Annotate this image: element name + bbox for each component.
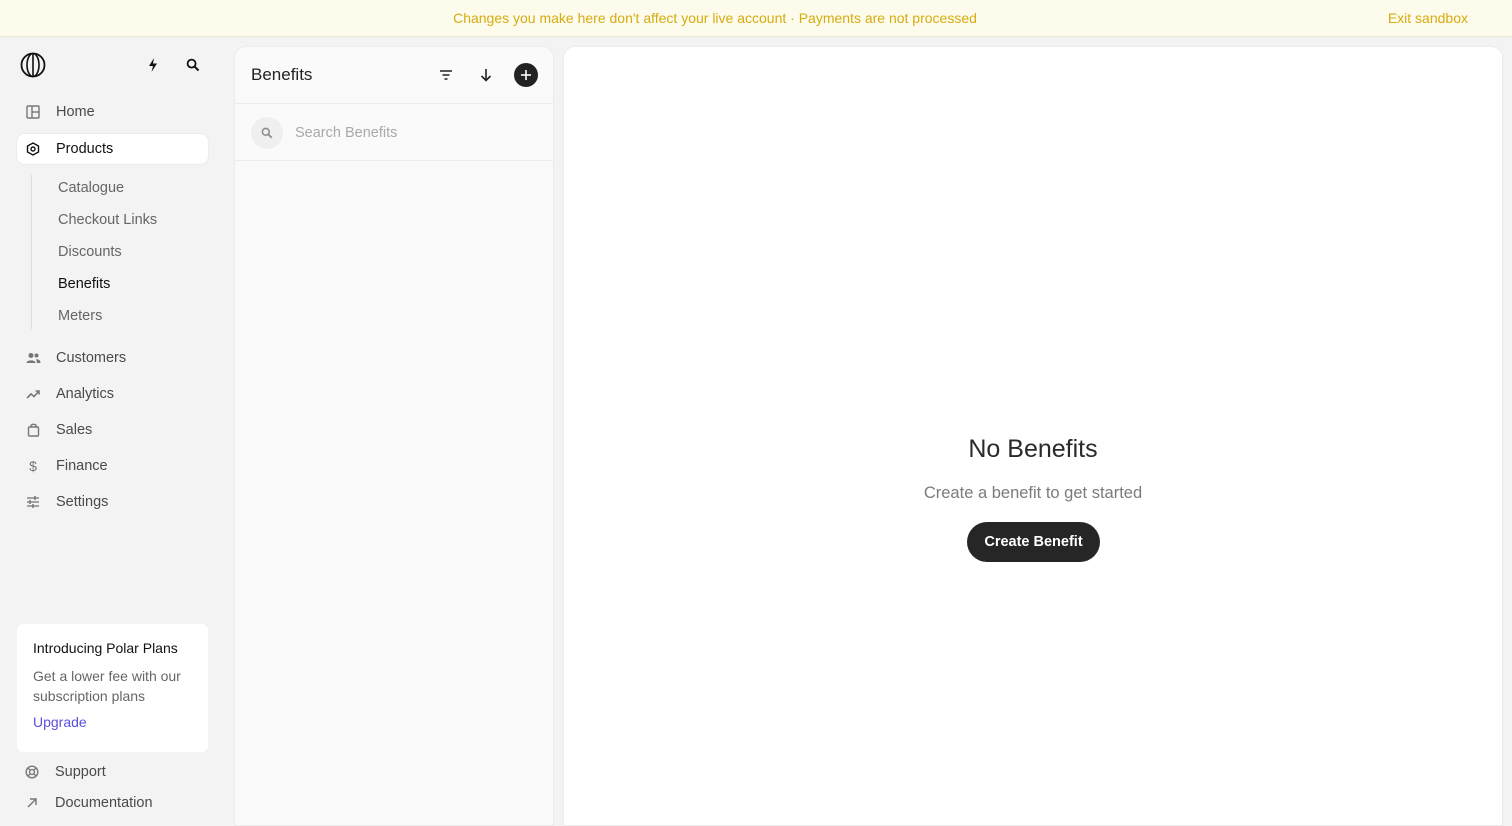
nav-customers-label: Customers (56, 350, 127, 366)
list-title: Benefits (251, 65, 313, 84)
upgrade-link[interactable]: Upgrade (33, 714, 192, 730)
support-icon (25, 765, 39, 779)
nav-home[interactable]: Home (17, 97, 208, 127)
nav-settings-label: Settings (56, 494, 109, 510)
nav-products-label: Products (56, 141, 114, 157)
bolt-icon[interactable] (143, 55, 163, 75)
people-icon (25, 350, 41, 366)
create-benefit-button[interactable]: Create Benefit (967, 522, 1100, 562)
grid-icon (25, 104, 41, 120)
documentation-label: Documentation (55, 795, 153, 811)
benefits-list-panel: Benefits (234, 46, 554, 826)
filter-icon (440, 70, 452, 80)
plus-icon (521, 70, 531, 80)
main-panel: No Benefits Create a benefit to get star… (563, 46, 1503, 826)
filter-button[interactable] (434, 63, 458, 87)
nav-analytics[interactable]: Analytics (17, 379, 208, 409)
sandbox-banner: Changes you make here don't affect your … (0, 0, 1512, 37)
nav-home-label: Home (56, 104, 95, 120)
subnav-divider (31, 175, 32, 329)
search-row (235, 104, 553, 161)
documentation-link[interactable]: Documentation (25, 793, 153, 813)
trending-up-icon (25, 386, 41, 402)
search-icon (251, 117, 283, 149)
exit-sandbox-link[interactable]: Exit sandbox (1388, 0, 1468, 37)
subnav-meters[interactable]: Meters (58, 306, 102, 326)
nav-customers[interactable]: Customers (17, 343, 208, 373)
search-benefits-input[interactable] (295, 120, 535, 146)
nav-sales-label: Sales (56, 422, 93, 438)
sliders-icon (25, 494, 41, 510)
nav-analytics-label: Analytics (56, 386, 115, 402)
add-benefit-button[interactable] (514, 63, 538, 87)
search-icon[interactable] (183, 55, 203, 75)
nav-products[interactable]: Products (17, 134, 208, 164)
sort-button[interactable] (474, 63, 498, 87)
subnav-benefits[interactable]: Benefits (58, 274, 110, 294)
polar-logo-icon[interactable] (20, 52, 46, 78)
support-label: Support (55, 764, 106, 780)
sandbox-message: Changes you make here don't affect your … (453, 10, 977, 26)
nav-settings[interactable]: Settings (17, 487, 208, 517)
subnav-catalogue[interactable]: Catalogue (58, 178, 124, 198)
sidebar: Home Products Catalogue Checkout Links D… (0, 37, 226, 814)
nav-finance[interactable]: $ Finance (17, 451, 208, 481)
empty-state-subtitle: Create a benefit to get started (923, 484, 1143, 502)
polar-plans-promo: Introducing Polar Plans Get a lower fee … (17, 624, 208, 752)
empty-state-title: No Benefits (968, 435, 1098, 463)
subnav-discounts[interactable]: Discounts (58, 242, 122, 262)
subnav-checkout-links[interactable]: Checkout Links (58, 210, 157, 230)
promo-title: Introducing Polar Plans (33, 640, 178, 656)
shopping-bag-icon (25, 422, 41, 438)
dollar-icon: $ (29, 458, 37, 474)
support-link[interactable]: Support (25, 762, 106, 782)
arrow-up-right-icon (25, 796, 39, 810)
arrow-down-icon (480, 69, 492, 82)
hexagon-icon (25, 141, 41, 157)
promo-text: Get a lower fee with our subscription pl… (33, 668, 181, 704)
list-header: Benefits (235, 47, 553, 104)
nav-sales[interactable]: Sales (17, 415, 208, 445)
nav-finance-label: Finance (56, 458, 108, 474)
